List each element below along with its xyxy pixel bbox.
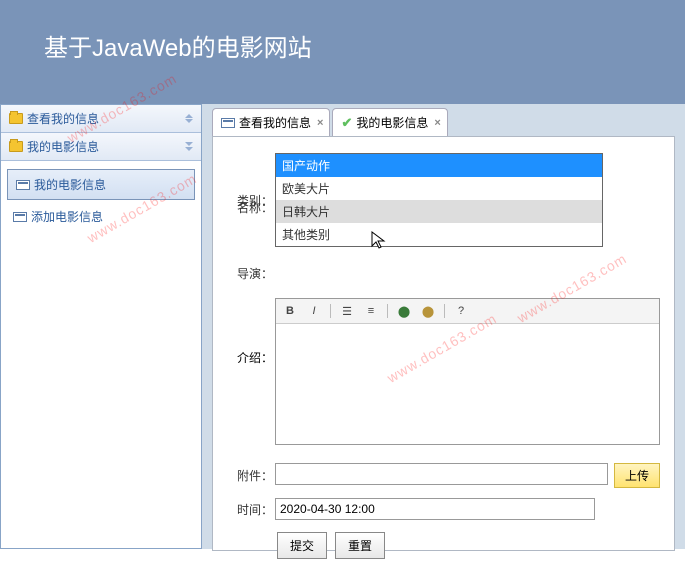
sidebar-group-movie[interactable]: 我的电影信息 — [1, 133, 201, 161]
tab-view-info[interactable]: 查看我的信息 × — [212, 108, 330, 136]
time-input[interactable] — [275, 498, 595, 520]
director-label: 导演： — [227, 265, 275, 282]
help-button[interactable]: ? — [453, 303, 469, 319]
folder-icon — [9, 141, 23, 152]
sidebar-item-label: 我的电影信息 — [34, 176, 106, 193]
content-area: 查看我的信息 × ✔ 我的电影信息 × 类别： 国产动作 欧美大片 — [202, 104, 685, 549]
tab-my-movie[interactable]: ✔ 我的电影信息 × — [332, 108, 447, 136]
italic-button[interactable]: I — [306, 303, 322, 319]
page-title: 基于JavaWeb的电影网站 — [44, 35, 312, 62]
tab-label: 查看我的信息 — [239, 114, 311, 131]
category-dropdown[interactable]: 国产动作 欧美大片 日韩大片 其他类别 — [275, 153, 603, 247]
sidebar-item-label: 添加电影信息 — [31, 208, 103, 225]
sidebar-item-add-movie[interactable]: 添加电影信息 — [5, 202, 197, 231]
folder-icon — [9, 113, 23, 124]
card-icon — [221, 118, 235, 128]
sidebar-subitems: 我的电影信息 添加电影信息 — [1, 161, 201, 237]
rich-editor: B I ☰ ≡ ⬤ ⬤ ? — [275, 298, 660, 445]
form-panel: 类别： 国产动作 欧美大片 日韩大片 其他类别 名称： — [212, 136, 675, 551]
card-icon — [13, 212, 27, 222]
dropdown-option[interactable]: 欧美大片 — [276, 177, 602, 200]
director-input[interactable] — [275, 262, 660, 284]
ordered-list-button[interactable]: ☰ — [339, 303, 355, 319]
sidebar-group-info[interactable]: 查看我的信息 — [1, 105, 201, 133]
tab-label: 我的电影信息 — [356, 114, 428, 131]
intro-label: 介绍： — [227, 294, 275, 445]
expand-icon — [185, 114, 193, 123]
separator — [330, 304, 331, 318]
attachment-input[interactable] — [275, 463, 608, 485]
close-icon[interactable]: × — [434, 117, 440, 129]
sidebar-item-my-movie[interactable]: 我的电影信息 — [7, 169, 195, 200]
editor-body[interactable] — [276, 324, 659, 444]
check-icon: ✔ — [341, 115, 352, 131]
link-button[interactable]: ⬤ — [396, 303, 412, 319]
separator — [444, 304, 445, 318]
page-header: 基于JavaWeb的电影网站 — [0, 0, 685, 104]
main-area: 查看我的信息 我的电影信息 我的电影信息 添加电影信息 查看我的信息 × — [0, 104, 685, 549]
sidebar-group-label: 查看我的信息 — [27, 110, 185, 127]
dropdown-option[interactable]: 其他类别 — [276, 223, 602, 246]
card-icon — [16, 180, 30, 190]
close-icon[interactable]: × — [317, 117, 323, 129]
name-label: 名称： — [227, 199, 275, 216]
reset-button[interactable]: 重置 — [335, 532, 385, 559]
users-button[interactable]: ⬤ — [420, 303, 436, 319]
bold-button[interactable]: B — [282, 303, 298, 319]
sidebar: 查看我的信息 我的电影信息 我的电影信息 添加电影信息 — [0, 104, 202, 549]
upload-button[interactable]: 上传 — [614, 463, 660, 488]
dropdown-option[interactable]: 国产动作 — [276, 154, 602, 177]
unordered-list-button[interactable]: ≡ — [363, 303, 379, 319]
dropdown-option[interactable]: 日韩大片 — [276, 200, 602, 223]
time-label: 时间： — [227, 501, 275, 518]
sidebar-group-label: 我的电影信息 — [27, 138, 185, 155]
editor-toolbar: B I ☰ ≡ ⬤ ⬤ ? — [276, 299, 659, 324]
submit-button[interactable]: 提交 — [277, 532, 327, 559]
tab-bar: 查看我的信息 × ✔ 我的电影信息 × — [202, 104, 685, 136]
collapse-icon — [185, 142, 193, 151]
separator — [387, 304, 388, 318]
attachment-label: 附件： — [227, 467, 275, 484]
